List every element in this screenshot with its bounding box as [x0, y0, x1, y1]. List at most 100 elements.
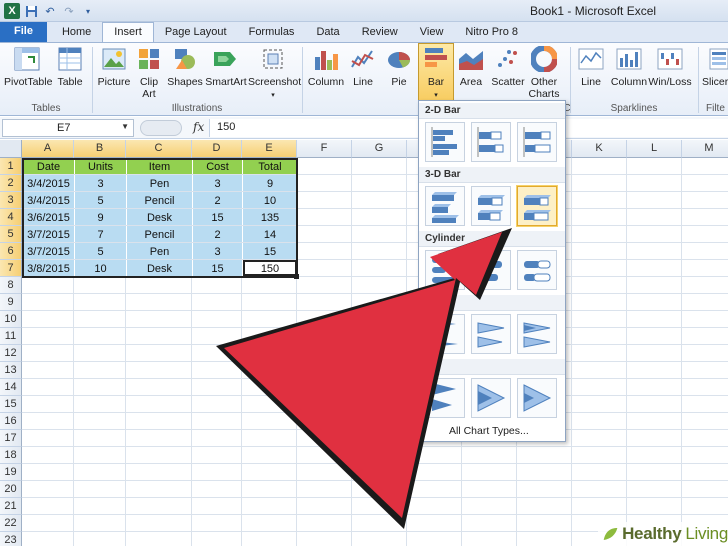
column-header-d[interactable]: D: [192, 140, 242, 158]
tab-review[interactable]: Review: [351, 23, 409, 42]
tab-nitro[interactable]: Nitro Pro 8: [454, 23, 529, 42]
table-cell[interactable]: 10: [243, 192, 297, 208]
table-header-cell[interactable]: Units: [75, 158, 126, 174]
table-cell[interactable]: 135: [243, 209, 297, 225]
clip-art-button[interactable]: Clip Art: [134, 45, 164, 100]
row-header-18[interactable]: 18: [0, 447, 22, 464]
column-header-k[interactable]: K: [572, 140, 627, 158]
table-cell[interactable]: Desk: [127, 209, 192, 225]
excel-logo-icon[interactable]: X: [4, 3, 20, 19]
sparkline-winloss-button[interactable]: Win/Loss: [648, 45, 692, 88]
column-header-f[interactable]: F: [297, 140, 352, 158]
redo-icon[interactable]: ↷: [61, 3, 77, 19]
row-header-6[interactable]: 6: [0, 243, 22, 260]
table-cell[interactable]: 3/6/2015: [23, 209, 74, 225]
save-icon[interactable]: [23, 3, 39, 19]
other-charts-button[interactable]: Other Charts: [526, 45, 562, 100]
pivottable-button[interactable]: PivotTable: [4, 45, 52, 88]
table-cell[interactable]: 15: [193, 209, 242, 225]
smartart-button[interactable]: SmartArt: [204, 45, 248, 88]
table-cell[interactable]: 3: [75, 175, 126, 191]
cone-100-percent-option[interactable]: [517, 314, 557, 354]
column-header-m[interactable]: M: [682, 140, 728, 158]
table-cell[interactable]: 3/8/2015: [23, 260, 74, 276]
column-header-e[interactable]: E: [242, 140, 297, 158]
table-button[interactable]: Table: [54, 45, 86, 88]
tab-home[interactable]: Home: [51, 23, 102, 42]
row-header-3[interactable]: 3: [0, 192, 22, 209]
pyramid-clustered-option[interactable]: [425, 378, 465, 418]
cone-stacked-option[interactable]: [471, 314, 511, 354]
select-all-corner[interactable]: [0, 140, 22, 158]
100-percent-stacked-bar-option[interactable]: [517, 122, 557, 162]
table-cell[interactable]: 9: [243, 175, 297, 191]
sparkline-column-button[interactable]: Column: [610, 45, 648, 88]
table-cell[interactable]: 9: [75, 209, 126, 225]
clustered-bar-option[interactable]: [425, 122, 465, 162]
3d-100-percent-stacked-bar-option[interactable]: [517, 186, 557, 226]
undo-icon[interactable]: ↶: [42, 3, 58, 19]
row-header-4[interactable]: 4: [0, 209, 22, 226]
3d-stacked-bar-option[interactable]: [471, 186, 511, 226]
table-header-cell[interactable]: Item: [127, 158, 192, 174]
shapes-button[interactable]: Shapes: [166, 45, 204, 88]
column-header-l[interactable]: L: [627, 140, 682, 158]
table-cell[interactable]: 15: [193, 260, 242, 276]
row-header-11[interactable]: 11: [0, 328, 22, 345]
table-cell[interactable]: 7: [75, 226, 126, 242]
row-header-19[interactable]: 19: [0, 464, 22, 481]
tab-formulas[interactable]: Formulas: [238, 23, 306, 42]
row-header-5[interactable]: 5: [0, 226, 22, 243]
slicer-button[interactable]: Slicer: [702, 45, 728, 88]
pyramid-stacked-option[interactable]: [471, 378, 511, 418]
cone-clustered-option[interactable]: [425, 314, 465, 354]
row-header-10[interactable]: 10: [0, 311, 22, 328]
table-cell[interactable]: 2: [193, 226, 242, 242]
row-header-15[interactable]: 15: [0, 396, 22, 413]
row-header-13[interactable]: 13: [0, 362, 22, 379]
area-chart-button[interactable]: Area: [456, 45, 486, 88]
column-header-a[interactable]: A: [22, 140, 74, 158]
line-chart-button[interactable]: Line: [348, 45, 378, 88]
table-cell[interactable]: Pen: [127, 243, 192, 259]
table-cell[interactable]: 3/7/2015: [23, 226, 74, 242]
chevron-down-icon[interactable]: ▼: [121, 122, 129, 131]
table-cell[interactable]: 5: [75, 243, 126, 259]
pyramid-100-percent-option[interactable]: [517, 378, 557, 418]
column-chart-button[interactable]: Column: [306, 45, 346, 88]
screenshot-button[interactable]: Screenshot ▾: [248, 45, 301, 102]
column-header-b[interactable]: B: [74, 140, 126, 158]
tab-file[interactable]: File: [0, 22, 47, 42]
table-header-cell[interactable]: Total: [243, 158, 297, 174]
table-cell[interactable]: 3/7/2015: [23, 243, 74, 259]
tab-page-layout[interactable]: Page Layout: [154, 23, 238, 42]
row-header-1[interactable]: 1: [0, 158, 22, 175]
scatter-chart-button[interactable]: Scatter: [490, 45, 526, 88]
table-cell[interactable]: 10: [75, 260, 126, 276]
row-header-8[interactable]: 8: [0, 277, 22, 294]
table-cell[interactable]: 3: [193, 243, 242, 259]
table-cell[interactable]: 3: [193, 175, 242, 191]
bar-chart-button[interactable]: Bar ▾: [418, 45, 454, 102]
tab-view[interactable]: View: [409, 23, 455, 42]
table-cell[interactable]: Pen: [127, 175, 192, 191]
picture-button[interactable]: Picture: [96, 45, 132, 88]
table-cell[interactable]: 15: [243, 243, 297, 259]
tab-data[interactable]: Data: [305, 23, 350, 42]
row-header-23[interactable]: 23: [0, 532, 22, 546]
table-cell[interactable]: 3/4/2015: [23, 175, 74, 191]
stacked-bar-option[interactable]: [471, 122, 511, 162]
row-header-17[interactable]: 17: [0, 430, 22, 447]
table-cell[interactable]: Desk: [127, 260, 192, 276]
row-header-21[interactable]: 21: [0, 498, 22, 515]
row-header-2[interactable]: 2: [0, 175, 22, 192]
cylinder-stacked-option[interactable]: [471, 250, 511, 290]
pie-chart-button[interactable]: Pie: [384, 45, 414, 88]
row-header-7[interactable]: 7: [0, 260, 22, 277]
customize-toolbar-icon[interactable]: ▾: [80, 3, 96, 19]
row-header-20[interactable]: 20: [0, 481, 22, 498]
all-chart-types-link[interactable]: All Chart Types...: [449, 425, 529, 437]
table-header-cell[interactable]: Date: [23, 158, 74, 174]
fill-handle[interactable]: [294, 274, 299, 279]
cylinder-clustered-option[interactable]: [425, 250, 465, 290]
